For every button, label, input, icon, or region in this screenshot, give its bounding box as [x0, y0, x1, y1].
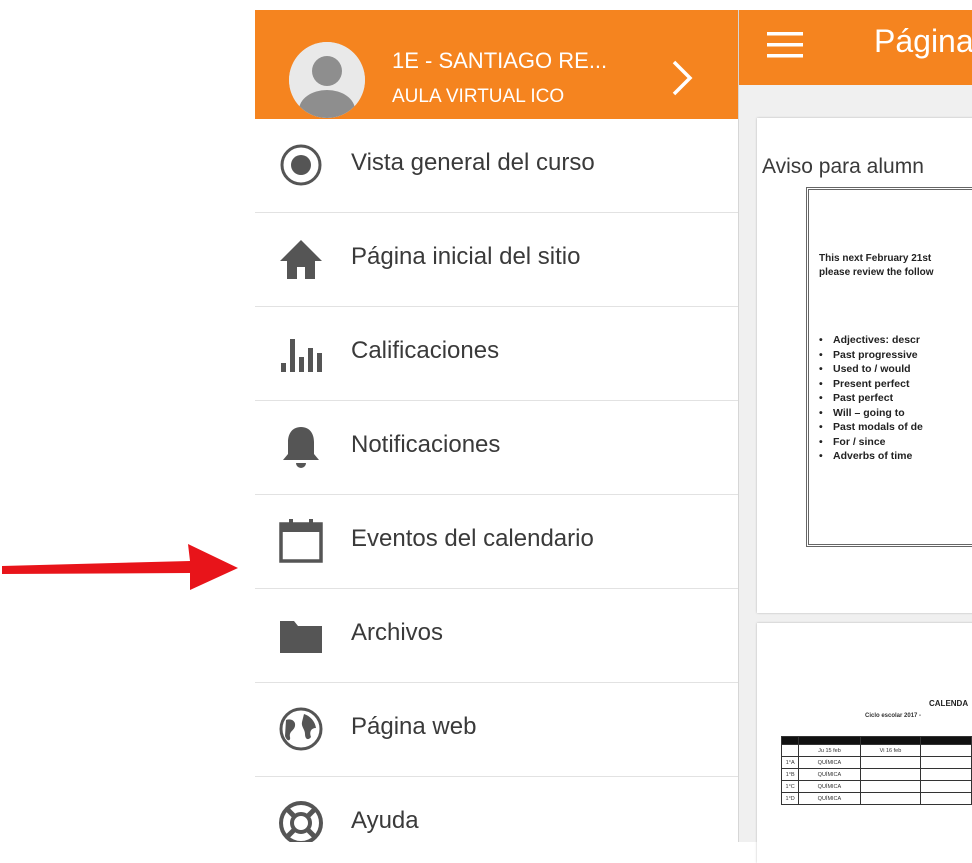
announcement-intro-line: please review the follow: [819, 267, 934, 278]
lifebuoy-icon: [275, 797, 327, 842]
calendar-row: 1°A QUÍMICA: [780, 756, 972, 769]
grades-chart-icon: [275, 327, 327, 379]
drawer-header[interactable]: 1E - SANTIAGO RE... AULA VIRTUAL ICO: [255, 10, 738, 119]
calendar-subject: QUÍMICA: [798, 780, 861, 793]
calendar-group: 1°A: [780, 756, 800, 769]
topic-list: Adjectives: descr Past progressive Used …: [819, 333, 923, 464]
calendar-group: 1°D: [780, 792, 800, 805]
menu-item-label: Página inicial del sitio: [351, 243, 581, 270]
chevron-right-icon[interactable]: [667, 58, 697, 98]
topic-item: Adjectives: descr: [819, 333, 923, 348]
topic-item: Past modals of de: [819, 420, 923, 435]
calendar-subject: QUÍMICA: [798, 768, 861, 781]
bell-icon: [275, 421, 327, 473]
calendar-row: 1°C QUÍMICA: [780, 780, 972, 793]
calendar-column-header: [780, 744, 800, 757]
site-title: AULA VIRTUAL ICO: [392, 86, 565, 107]
menu-item-files[interactable]: Archivos: [255, 589, 738, 683]
folder-icon: [275, 609, 327, 661]
calendar-icon: [275, 515, 327, 567]
calendar-table: Ju 15 feb Vi 16 feb 1°A QUÍMICA 1°B QUÍM…: [780, 736, 972, 805]
calendar-subject: QUÍMICA: [798, 792, 861, 805]
menu-item-label: Eventos del calendario: [351, 525, 594, 552]
menu-item-site-home[interactable]: Página inicial del sitio: [255, 213, 738, 307]
menu-item-calendar-events[interactable]: Eventos del calendario: [255, 495, 738, 589]
course-overview-icon: [275, 139, 327, 191]
menu-item-notifications[interactable]: Notificaciones: [255, 401, 738, 495]
topic-item: Adverbs of time: [819, 449, 923, 464]
announcement-intro-line: This next February 21st: [819, 253, 932, 264]
hamburger-menu-icon[interactable]: [767, 30, 803, 60]
calendar-group: 1°C: [780, 780, 800, 793]
menu-item-label: Archivos: [351, 619, 444, 646]
menu-item-label: Calificaciones: [351, 337, 500, 364]
menu-item-label: Notificaciones: [351, 431, 501, 458]
announcement-intro: This next February 21st please review th…: [819, 252, 933, 280]
user-avatar-icon: [289, 42, 365, 118]
menu-item-help[interactable]: Ayuda: [255, 777, 738, 842]
topic-item: Past progressive: [819, 348, 923, 363]
calendar-image-subtitle: Ciclo escolar 2017 -: [865, 713, 922, 719]
menu-item-grades[interactable]: Calificaciones: [255, 307, 738, 401]
menu-item-course-overview[interactable]: Vista general del curso: [255, 119, 738, 213]
calendar-row: 1°B QUÍMICA: [780, 768, 972, 781]
menu-item-label: Vista general del curso: [351, 149, 595, 176]
app-bar: Página: [739, 10, 972, 85]
home-icon: [275, 233, 327, 285]
calendar-column-header: Vi 16 feb: [859, 744, 922, 757]
announcement-title: Aviso para alumn: [762, 155, 924, 178]
navigation-drawer: 1E - SANTIAGO RE... AULA VIRTUAL ICO Vis…: [255, 10, 739, 842]
calendar-image-title: CALENDA: [929, 699, 969, 708]
avatar: [289, 42, 365, 118]
topic-item: For / since: [819, 435, 923, 450]
calendar-row: 1°D QUÍMICA: [780, 792, 972, 805]
page-title: Página: [874, 23, 972, 59]
calendar-group: 1°B: [780, 768, 800, 781]
globe-icon: [275, 703, 327, 755]
menu-item-website[interactable]: Página web: [255, 683, 738, 777]
red-arrow-annotation-icon: [2, 544, 238, 590]
menu-item-label: Página web: [351, 713, 477, 740]
menu-item-label: Ayuda: [351, 807, 419, 834]
calendar-column-header: [920, 744, 972, 757]
course-title: 1E - SANTIAGO RE...: [392, 48, 608, 73]
topic-item: Present perfect: [819, 377, 923, 392]
topic-item: Past perfect: [819, 391, 923, 406]
topic-item: Will – going to: [819, 406, 923, 421]
calendar-subject: QUÍMICA: [798, 756, 861, 769]
calendar-column-header: Ju 15 feb: [798, 744, 861, 757]
topic-item: Used to / would: [819, 362, 923, 377]
